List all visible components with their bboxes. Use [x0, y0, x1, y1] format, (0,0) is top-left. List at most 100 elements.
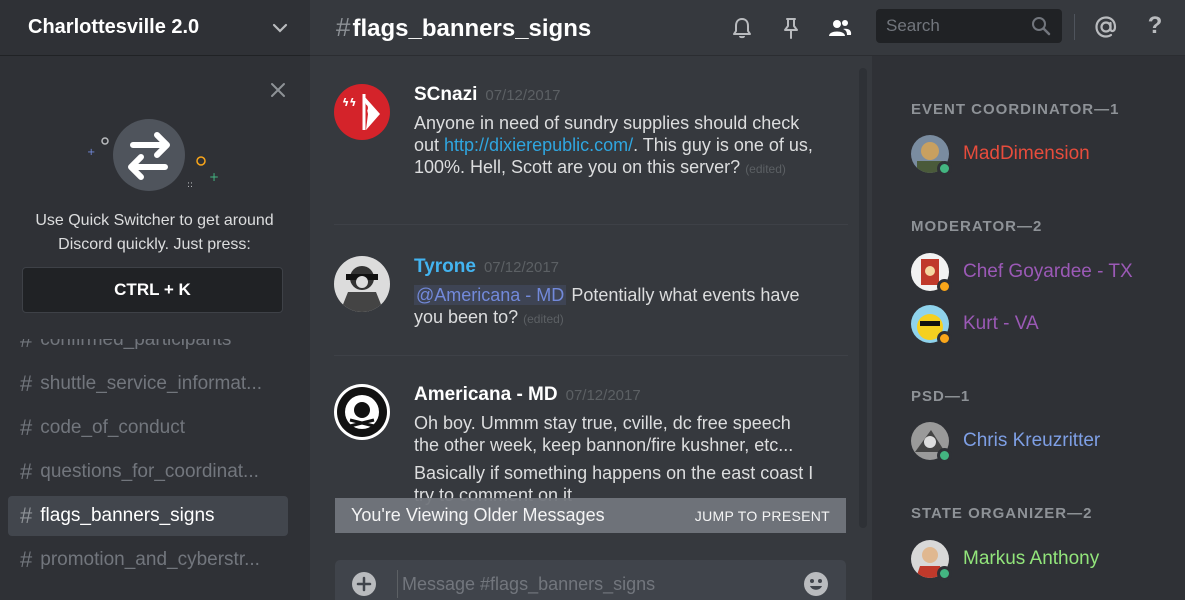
- channel-label: shuttle_service_informat...: [40, 373, 263, 394]
- channel-name: flags_banners_signs: [352, 15, 592, 42]
- channel-label: questions_for_coordinat...: [40, 461, 259, 482]
- quick-switcher-popup: + + :: Use Quick Switcher to get around …: [0, 63, 309, 339]
- mention-icon[interactable]: [1093, 14, 1119, 40]
- close-icon[interactable]: [269, 81, 287, 99]
- channel-sidebar: Charlottesville 2.0 # confirmed_particip…: [0, 0, 310, 600]
- svg-text:+: +: [87, 147, 95, 158]
- avatar: [911, 305, 952, 346]
- pin-icon[interactable]: [779, 16, 803, 40]
- svg-text:::: ::: [187, 180, 193, 190]
- quick-switcher-line-2: Discord quickly. Just press:: [58, 236, 251, 253]
- message-author[interactable]: SCnazi: [414, 84, 477, 106]
- channel-hash-icon: #: [20, 371, 33, 396]
- role-header: STATE ORGANIZER—2: [911, 505, 1093, 522]
- member-item[interactable]: Chef Goyardee - TX: [911, 251, 1171, 294]
- role-header: EVENT COORDINATOR—1: [911, 101, 1120, 118]
- member-item[interactable]: Chris Kreuzritter: [911, 420, 1171, 463]
- search-box[interactable]: [876, 9, 1062, 43]
- emoji-icon[interactable]: [802, 570, 830, 598]
- channel-item-questions-for-coordinators[interactable]: # questions_for_coordinat...: [8, 450, 288, 494]
- message-body: @Americana - MD Potentially what events …: [414, 284, 814, 330]
- search-icon[interactable]: [1030, 15, 1052, 37]
- composer-divider: [397, 570, 398, 598]
- chat-area: ϟϟ SCnazi 07/12/2017 Anyone in need of s…: [310, 0, 872, 600]
- attach-plus-icon[interactable]: [351, 571, 377, 597]
- jump-to-present-button[interactable]: JUMP TO PRESENT: [695, 508, 830, 524]
- member-item[interactable]: Markus Anthony: [911, 538, 1171, 581]
- avatar: [911, 540, 952, 581]
- quick-switcher-shortcut-button[interactable]: CTRL + K: [22, 267, 283, 313]
- member-name: Markus Anthony: [963, 548, 1100, 569]
- avatar[interactable]: [334, 256, 390, 312]
- header-toolbar: [730, 0, 877, 56]
- message-header: SCnazi 07/12/2017: [414, 84, 560, 106]
- avatar: [911, 422, 952, 463]
- message-header: Americana - MD 07/12/2017: [414, 384, 641, 406]
- bell-icon[interactable]: [730, 16, 754, 40]
- status-idle-icon: [937, 331, 952, 346]
- message-input[interactable]: [402, 573, 802, 595]
- channel-hash-icon: #: [20, 503, 33, 528]
- channel-item-code-of-conduct[interactable]: # code_of_conduct: [8, 406, 288, 450]
- channel-header: # flags_banners_signs ?: [310, 0, 1185, 56]
- member-list: EVENT COORDINATOR—1 MadDimension MODERAT…: [872, 56, 1185, 600]
- quick-switcher-illustration-icon: + + ::: [85, 105, 225, 201]
- message-divider: [334, 355, 848, 356]
- svg-text:+: +: [209, 170, 219, 184]
- channel-list: # confirmed_participants # shuttle_servi…: [0, 318, 310, 582]
- channel-hash-icon: #: [20, 547, 33, 572]
- older-messages-banner: You're Viewing Older Messages JUMP TO PR…: [335, 498, 846, 533]
- channel-hash-icon: #: [336, 12, 351, 42]
- channel-label: promotion_and_cyberstr...: [40, 549, 260, 570]
- member-name: Kurt - VA: [963, 313, 1039, 334]
- channel-title: # flags_banners_signs: [336, 12, 591, 43]
- channel-label: flags_banners_signs: [40, 505, 215, 526]
- edited-label: (edited): [745, 162, 786, 176]
- message-text: Oh boy. Ummm stay true, cville, dc free …: [414, 413, 794, 455]
- role-header: MODERATOR—2: [911, 218, 1043, 235]
- message-link[interactable]: http://dixierepublic.com/: [444, 135, 633, 155]
- message-divider: [334, 224, 848, 225]
- svg-text:ϟϟ: ϟϟ: [342, 96, 357, 109]
- message-list: ϟϟ SCnazi 07/12/2017 Anyone in need of s…: [310, 56, 872, 526]
- message-timestamp: 07/12/2017: [565, 387, 641, 404]
- channel-label: code_of_conduct: [40, 417, 185, 438]
- member-name: Chef Goyardee - TX: [963, 261, 1133, 282]
- avatar: [911, 253, 952, 294]
- message-composer: [335, 560, 846, 600]
- role-header: PSD—1: [911, 388, 971, 405]
- search-input[interactable]: [886, 16, 1030, 36]
- channel-hash-icon: #: [20, 415, 33, 440]
- channel-item-flags-banners-signs[interactable]: # flags_banners_signs: [8, 496, 288, 536]
- member-item[interactable]: Kurt - VA: [911, 303, 1171, 346]
- quick-switcher-line-1: Use Quick Switcher to get around: [35, 212, 274, 229]
- message-header: Tyrone 07/12/2017: [414, 256, 559, 278]
- member-name: MadDimension: [963, 143, 1090, 164]
- members-icon[interactable]: [828, 16, 852, 40]
- avatar[interactable]: [334, 384, 390, 440]
- channel-hash-icon: #: [20, 459, 33, 484]
- status-online-icon: [937, 566, 952, 581]
- chevron-down-icon[interactable]: [272, 23, 288, 33]
- edited-label: (edited): [523, 312, 564, 326]
- member-item[interactable]: MadDimension: [911, 133, 1171, 176]
- server-name: Charlottesville 2.0: [28, 16, 200, 38]
- quick-switcher-description: Use Quick Switcher to get around Discord…: [0, 209, 309, 257]
- message-author[interactable]: Tyrone: [414, 256, 476, 278]
- message-body: Anyone in need of sundry supplies should…: [414, 112, 814, 180]
- avatar[interactable]: ϟϟ: [334, 84, 390, 140]
- channel-item-shuttle-service[interactable]: # shuttle_service_informat...: [8, 362, 288, 406]
- message-scrollbar[interactable]: [859, 68, 867, 528]
- status-online-icon: [937, 161, 952, 176]
- older-messages-text: You're Viewing Older Messages: [351, 505, 605, 525]
- status-online-icon: [937, 448, 952, 463]
- user-mention[interactable]: @Americana - MD: [414, 285, 567, 305]
- channel-item-promotion[interactable]: # promotion_and_cyberstr...: [8, 538, 288, 582]
- avatar: [911, 135, 952, 176]
- status-idle-icon: [937, 279, 952, 294]
- server-header[interactable]: Charlottesville 2.0: [0, 0, 310, 56]
- message-timestamp: 07/12/2017: [485, 87, 561, 104]
- member-name: Chris Kreuzritter: [963, 430, 1101, 451]
- help-icon[interactable]: ?: [1142, 12, 1168, 40]
- message-author[interactable]: Americana - MD: [414, 384, 558, 406]
